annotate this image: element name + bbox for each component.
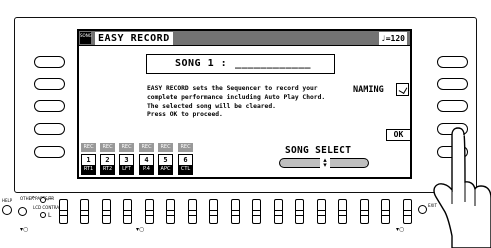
ok-button[interactable]: OK bbox=[386, 129, 410, 141]
track-4[interactable]: REC 4 P.4 bbox=[139, 143, 154, 177]
track-5[interactable]: REC 5 APC bbox=[158, 143, 173, 177]
fader-3[interactable] bbox=[101, 199, 111, 224]
fader-12[interactable] bbox=[294, 199, 304, 224]
message-line: Press OK to proceed. bbox=[147, 111, 223, 119]
track-name: LFT bbox=[120, 165, 133, 174]
other-parts-button[interactable] bbox=[18, 207, 27, 216]
track-number: 6 bbox=[183, 156, 188, 164]
fader-13[interactable] bbox=[316, 199, 326, 224]
fader-2[interactable] bbox=[79, 199, 89, 224]
help-label: HELP bbox=[2, 198, 13, 203]
right-side-button-3[interactable] bbox=[437, 100, 468, 112]
lcd-contrast-up[interactable] bbox=[40, 197, 46, 203]
track-name: P.4 bbox=[140, 165, 153, 174]
tempo-readout: ♩=120 bbox=[378, 32, 407, 45]
message-line: The selected song will be cleared. bbox=[147, 102, 276, 110]
down-arrow-icon: ▾○ bbox=[20, 226, 29, 233]
up-down-arrows-icon: ▴ ▾ bbox=[320, 157, 330, 169]
screen-title: EASY RECORD bbox=[95, 32, 173, 45]
fader-17[interactable] bbox=[402, 199, 412, 224]
pointing-hand-icon bbox=[433, 127, 491, 248]
track-name: RT1 bbox=[82, 165, 95, 174]
pencil-icon[interactable] bbox=[396, 83, 409, 96]
fader-6[interactable] bbox=[165, 199, 175, 224]
track-name: APC bbox=[159, 165, 172, 174]
song-select-dial[interactable]: ▴ ▾ bbox=[279, 157, 369, 169]
fader-16[interactable] bbox=[380, 199, 390, 224]
naming-label: NAMING bbox=[353, 85, 384, 95]
track-6[interactable]: REC 6 CTL bbox=[178, 143, 193, 177]
left-side-button-1[interactable] bbox=[34, 56, 65, 68]
rec-indicator: REC bbox=[119, 143, 134, 152]
bracket-icon: ⌐ bbox=[48, 196, 54, 203]
left-side-button-4[interactable] bbox=[34, 123, 65, 135]
down-arrow-icon: ▾○ bbox=[136, 226, 145, 233]
up-arrow-icon: ^ bbox=[31, 196, 37, 203]
track-button[interactable]: 1 RT1 bbox=[81, 154, 96, 175]
fader-4[interactable] bbox=[122, 199, 132, 224]
message-line: EASY RECORD sets the Sequencer to record… bbox=[147, 85, 318, 92]
left-side-button-5[interactable] bbox=[34, 146, 65, 158]
fader-15[interactable] bbox=[359, 199, 369, 224]
track-number: 2 bbox=[105, 156, 110, 164]
fader-5[interactable] bbox=[144, 199, 154, 224]
lcd-screen: SONG EASY RECORD ♩=120 SONG 1 : ________… bbox=[77, 29, 412, 179]
track-number: 5 bbox=[163, 156, 168, 164]
control-panel: SONG EASY RECORD ♩=120 SONG 1 : ________… bbox=[0, 0, 491, 248]
lcd-contrast-down[interactable] bbox=[40, 212, 46, 218]
track-3[interactable]: REC 3 LFT bbox=[119, 143, 134, 177]
lcd-title-bar: SONG EASY RECORD ♩=120 bbox=[79, 31, 410, 46]
left-side-button-2[interactable] bbox=[34, 78, 65, 90]
track-name: CTL bbox=[179, 165, 192, 174]
track-number: 1 bbox=[86, 156, 91, 164]
track-number: 4 bbox=[144, 156, 149, 164]
song-select-label: SONG SELECT bbox=[285, 145, 352, 156]
track-2[interactable]: REC 2 RT2 bbox=[100, 143, 115, 177]
fader-7[interactable] bbox=[187, 199, 197, 224]
message-line: complete performance including Auto Play… bbox=[147, 93, 326, 101]
fader-11[interactable] bbox=[273, 199, 283, 224]
track-button[interactable]: 6 CTL bbox=[178, 154, 193, 175]
track-button[interactable]: 5 APC bbox=[158, 154, 173, 175]
track-1[interactable]: REC 1 RT1 bbox=[81, 143, 96, 177]
fader-8[interactable] bbox=[208, 199, 218, 224]
track-button[interactable]: 4 P.4 bbox=[139, 154, 154, 175]
rec-indicator: REC bbox=[100, 143, 115, 152]
track-strip: REC 1 RT1 REC 2 RT2 REC 3 LFT REC 4 P.4 … bbox=[81, 143, 231, 177]
down-arrow-icon: ▾○ bbox=[396, 226, 405, 233]
fader-9[interactable] bbox=[230, 199, 240, 224]
rec-indicator: REC bbox=[178, 143, 193, 152]
track-button[interactable]: 3 LFT bbox=[119, 154, 134, 175]
song-name-box: SONG 1 : ____________ bbox=[146, 54, 335, 74]
right-side-button-1[interactable] bbox=[437, 56, 468, 68]
instruction-message: EASY RECORD sets the Sequencer to record… bbox=[147, 85, 347, 120]
song-number-label: SONG 1 : bbox=[175, 58, 228, 69]
bracket-icon: L bbox=[48, 212, 52, 219]
track-button[interactable]: 2 RT2 bbox=[100, 154, 115, 175]
help-button[interactable] bbox=[2, 205, 12, 215]
right-side-button-2[interactable] bbox=[437, 78, 468, 90]
song-mode-icon: SONG bbox=[80, 32, 92, 44]
rec-indicator: REC bbox=[81, 143, 96, 152]
rec-indicator: REC bbox=[158, 143, 173, 152]
left-side-button-3[interactable] bbox=[34, 100, 65, 112]
song-name-field: ____________ bbox=[235, 58, 311, 69]
track-name: RT2 bbox=[101, 165, 114, 174]
track-number: 3 bbox=[124, 156, 129, 164]
fader-10[interactable] bbox=[251, 199, 261, 224]
rec-indicator: REC bbox=[139, 143, 154, 152]
fader-14[interactable] bbox=[337, 199, 347, 224]
fader-1[interactable] bbox=[58, 199, 68, 224]
song-mode-icon-text: SONG bbox=[80, 33, 92, 38]
